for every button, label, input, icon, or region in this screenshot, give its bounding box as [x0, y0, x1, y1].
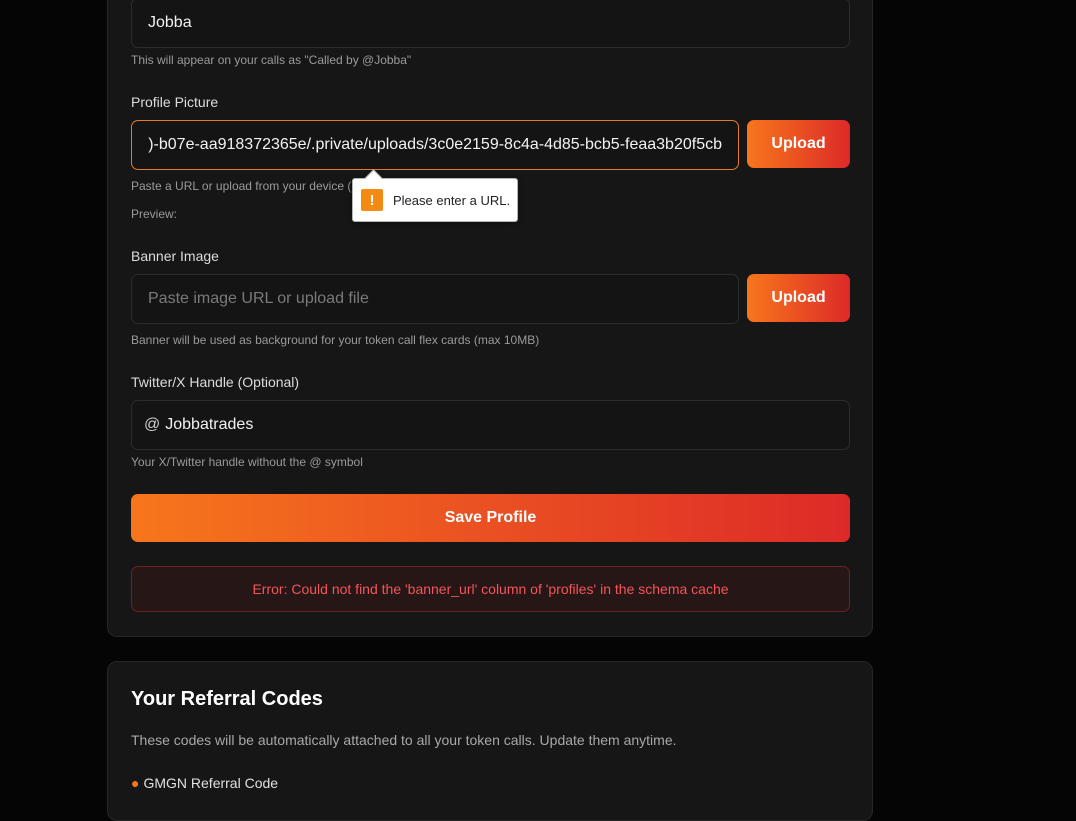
warning-icon: ! — [361, 189, 383, 211]
validation-tooltip: ! Please enter a URL. — [352, 178, 518, 222]
error-message: Error: Could not find the 'banner_url' c… — [252, 581, 729, 597]
twitter-handle-value: Jobbatrades — [165, 416, 254, 433]
at-prefix: @ — [144, 416, 161, 433]
username-input[interactable]: Jobba — [131, 0, 850, 48]
banner-image-label: Banner Image — [131, 248, 219, 264]
twitter-handle-label: Twitter/X Handle (Optional) — [131, 374, 300, 390]
banner-image-hint: Banner will be used as background for yo… — [131, 333, 540, 347]
gmgn-referral-label: ● GMGN Referral Code — [131, 775, 278, 791]
error-message-box: Error: Could not find the 'banner_url' c… — [131, 566, 850, 612]
profile-picture-upload-button[interactable]: Upload — [747, 120, 850, 168]
twitter-handle-hint: Your X/Twitter handle without the @ symb… — [131, 455, 363, 469]
referral-codes-description: These codes will be automatically attach… — [131, 732, 677, 748]
profile-picture-url-value: )-b07e-aa918372365e/.private/uploads/3c0… — [148, 136, 722, 153]
bullet-dot-icon: ● — [131, 775, 140, 791]
validation-message: Please enter a URL. — [393, 192, 511, 208]
profile-picture-url-input[interactable]: )-b07e-aa918372365e/.private/uploads/3c0… — [131, 120, 739, 170]
referral-codes-title: Your Referral Codes — [131, 688, 323, 710]
username-hint: This will appear on your calls as "Calle… — [131, 53, 412, 67]
banner-image-url-input[interactable]: Paste image URL or upload file — [131, 274, 739, 324]
profile-picture-label: Profile Picture — [131, 94, 219, 110]
gmgn-referral-label-text: GMGN Referral Code — [143, 775, 279, 791]
save-profile-button[interactable]: Save Profile — [131, 494, 850, 542]
banner-image-placeholder: Paste image URL or upload file — [148, 290, 369, 307]
username-value: Jobba — [148, 14, 192, 31]
twitter-handle-input[interactable]: @ Jobbatrades — [131, 400, 850, 450]
banner-image-upload-button[interactable]: Upload — [747, 274, 850, 322]
preview-label: Preview: — [131, 207, 178, 221]
profile-picture-hint: Paste a URL or upload from your device ( — [131, 179, 352, 193]
